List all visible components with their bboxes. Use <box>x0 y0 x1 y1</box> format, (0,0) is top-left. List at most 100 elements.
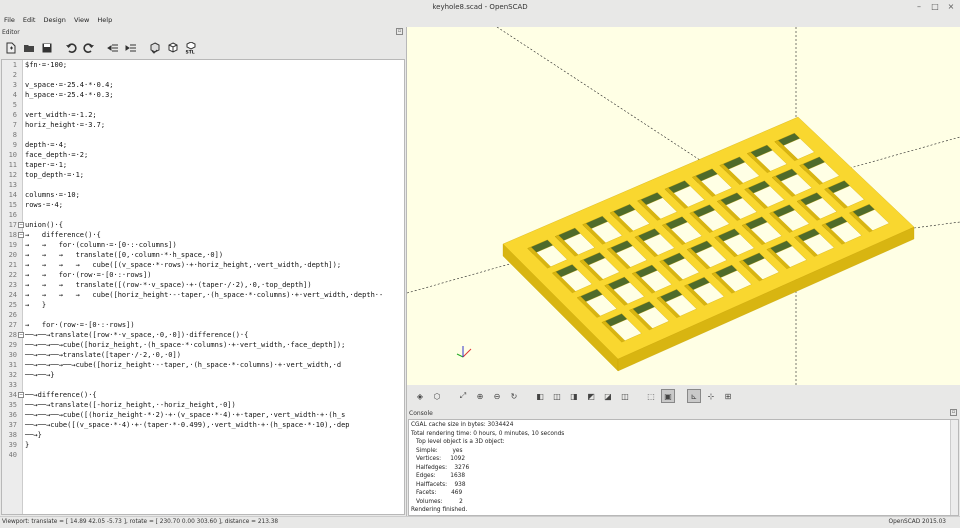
code-line[interactable] <box>25 210 404 220</box>
fold-toggle-icon[interactable]: − <box>18 332 24 338</box>
code-line[interactable] <box>25 130 404 140</box>
show-edges-icon[interactable]: ⊞ <box>721 389 735 403</box>
menu-file[interactable]: File <box>0 14 19 26</box>
reset-view-icon[interactable]: ↻ <box>507 389 521 403</box>
zoom-all-icon[interactable]: ⤢ <box>456 389 470 403</box>
zoom-out-icon[interactable]: ⊖ <box>490 389 504 403</box>
code-line[interactable]: → → for·(column·=·[0·:·columns]) <box>25 240 404 250</box>
redo-icon[interactable] <box>81 41 97 55</box>
code-line[interactable]: → difference()·{ <box>25 230 404 240</box>
code-line[interactable]: ──→──→cube([(v_space·*·4)·+·(taper·*·0.4… <box>25 420 404 430</box>
close-icon[interactable]: × <box>946 2 956 12</box>
maximize-icon[interactable]: □ <box>930 2 940 12</box>
line-number: 19 <box>8 241 17 249</box>
unindent-icon[interactable] <box>105 41 121 55</box>
line-number: 3 <box>12 81 17 89</box>
3d-viewport[interactable] <box>406 26 960 385</box>
code-line[interactable]: depth·=·4; <box>25 140 404 150</box>
code-line[interactable] <box>25 180 404 190</box>
code-line[interactable]: face_depth·=·2; <box>25 150 404 160</box>
code-line[interactable]: ──→──→──→translate([taper·/·2,·0,·0]) <box>25 350 404 360</box>
code-line[interactable]: columns·=·10; <box>25 190 404 200</box>
line-number: 10 <box>8 151 17 159</box>
export-stl-icon[interactable]: STL <box>183 41 199 55</box>
float-panel-icon[interactable]: ▫ <box>396 28 403 35</box>
console-line: Rendering finished. <box>411 507 468 513</box>
save-file-icon[interactable] <box>39 41 55 55</box>
zoom-in-icon[interactable]: ⊕ <box>473 389 487 403</box>
code-line[interactable]: rows·=·4; <box>25 200 404 210</box>
menu-view[interactable]: View <box>70 14 93 26</box>
code-line[interactable]: ──→──→──→cube([(horiz_height·*·2)·+·(v_s… <box>25 410 404 420</box>
console-scrollbar[interactable] <box>950 420 958 515</box>
fold-toggle-icon[interactable]: − <box>18 392 24 398</box>
perspective-icon[interactable]: ⬚ <box>644 389 658 403</box>
code-line[interactable]: vert_width·=·1.2; <box>25 110 404 120</box>
view-left-icon[interactable]: ◩ <box>584 389 598 403</box>
code-line[interactable]: v_space·=·25.4·*·0.4; <box>25 80 404 90</box>
line-number: 21 <box>8 261 17 269</box>
fold-toggle-icon[interactable]: − <box>18 232 24 238</box>
code-line[interactable]: h_space·=·25.4·*·0.3; <box>25 90 404 100</box>
new-file-icon[interactable] <box>3 41 19 55</box>
undo-icon[interactable] <box>63 41 79 55</box>
render-view-icon[interactable]: ⬡ <box>430 389 444 403</box>
code-line[interactable] <box>25 100 404 110</box>
code-line[interactable]: ──→──→translate([-horiz_height,·-horiz_h… <box>25 400 404 410</box>
code-line[interactable]: taper·=·1; <box>25 160 404 170</box>
line-number: 6 <box>12 111 17 119</box>
code-line[interactable]: → → → → cube([(v_space·*·rows)·+·horiz_h… <box>25 260 404 270</box>
line-number-gutter: 1 2 3 4 5 6 7 8 9 10 11 12 13 14 15 16 17 18 19 20 21 22 23 24 2… <box>2 60 23 514</box>
open-file-icon[interactable] <box>21 41 37 55</box>
indent-icon[interactable] <box>123 41 139 55</box>
float-panel-icon[interactable]: ▫ <box>950 409 957 416</box>
view-bottom-icon[interactable]: ◨ <box>567 389 581 403</box>
line-number: 36 <box>8 411 17 419</box>
line-number: 14 <box>8 191 17 199</box>
code-line[interactable] <box>25 310 404 320</box>
code-line[interactable]: → → → translate([(row·*·v_space)·+·(tape… <box>25 280 404 290</box>
code-line[interactable]: ──→difference()·{ <box>25 390 404 400</box>
orthogonal-icon[interactable]: ▣ <box>661 389 675 403</box>
code-line[interactable] <box>25 70 404 80</box>
preview-view-icon[interactable]: ◈ <box>413 389 427 403</box>
minimize-icon[interactable]: – <box>914 2 924 12</box>
code-line[interactable]: → } <box>25 300 404 310</box>
code-line[interactable]: $fn·=·100; <box>25 60 404 70</box>
menu-edit[interactable]: Edit <box>19 14 40 26</box>
render-icon[interactable] <box>165 41 181 55</box>
code-line[interactable] <box>25 380 404 390</box>
code-line[interactable]: top_depth·=·1; <box>25 170 404 180</box>
line-number: 13 <box>8 181 17 189</box>
code-line[interactable]: → → → translate([0,·column·*·h_space,·0]… <box>25 250 404 260</box>
menu-design[interactable]: Design <box>39 14 69 26</box>
code-line[interactable]: ──→──→} <box>25 370 404 380</box>
code-lines[interactable]: $fn·=·100; v_space·=·25.4·*·0.4; h_space·=… <box>25 60 404 460</box>
menu-help[interactable]: Help <box>93 14 116 26</box>
code-line[interactable]: union()·{ <box>25 220 404 230</box>
show-scale-icon[interactable]: ⊹ <box>704 389 718 403</box>
code-line[interactable]: ──→} <box>25 430 404 440</box>
code-line[interactable]: ──→──→translate([row·*·v_space,·0,·0])·d… <box>25 330 404 340</box>
view-right-icon[interactable]: ◧ <box>533 389 547 403</box>
console-output[interactable]: CGAL cache size in bytes: 3034424 Total r… <box>408 419 959 516</box>
code-line[interactable]: ──→──→──→cube([horiz_height,·(h_space·*·… <box>25 340 404 350</box>
code-editor[interactable]: 1 2 3 4 5 6 7 8 9 10 11 12 13 14 15 16 17 18 19 20 21 22 23 24 2… <box>1 59 405 515</box>
code-line[interactable] <box>25 450 404 460</box>
view-front-icon[interactable]: ◪ <box>601 389 615 403</box>
code-line[interactable]: horiz_height·=·3.7; <box>25 120 404 130</box>
show-axes-icon[interactable]: ⊾ <box>687 389 701 403</box>
fold-toggle-icon[interactable]: − <box>18 222 24 228</box>
line-number: 32 <box>8 371 17 379</box>
code-line[interactable]: → → for·(row·=·[0·:·rows]) <box>25 270 404 280</box>
code-line[interactable]: ──→──→──→──→cube([horiz_height·-·taper,·… <box>25 360 404 370</box>
view-top-icon[interactable]: ◫ <box>550 389 564 403</box>
editor-label: Editor <box>2 29 20 36</box>
view-back-icon[interactable]: ◫ <box>618 389 632 403</box>
code-line[interactable]: → for·(row·=·[0·:·rows]) <box>25 320 404 330</box>
line-number: 37 <box>8 421 17 429</box>
code-line[interactable]: } <box>25 440 404 450</box>
code-line[interactable]: → → → → cube([horiz_height·-·taper,·(h_s… <box>25 290 404 300</box>
preview-icon[interactable] <box>147 41 163 55</box>
console-line: Facets: 469 <box>416 490 463 496</box>
